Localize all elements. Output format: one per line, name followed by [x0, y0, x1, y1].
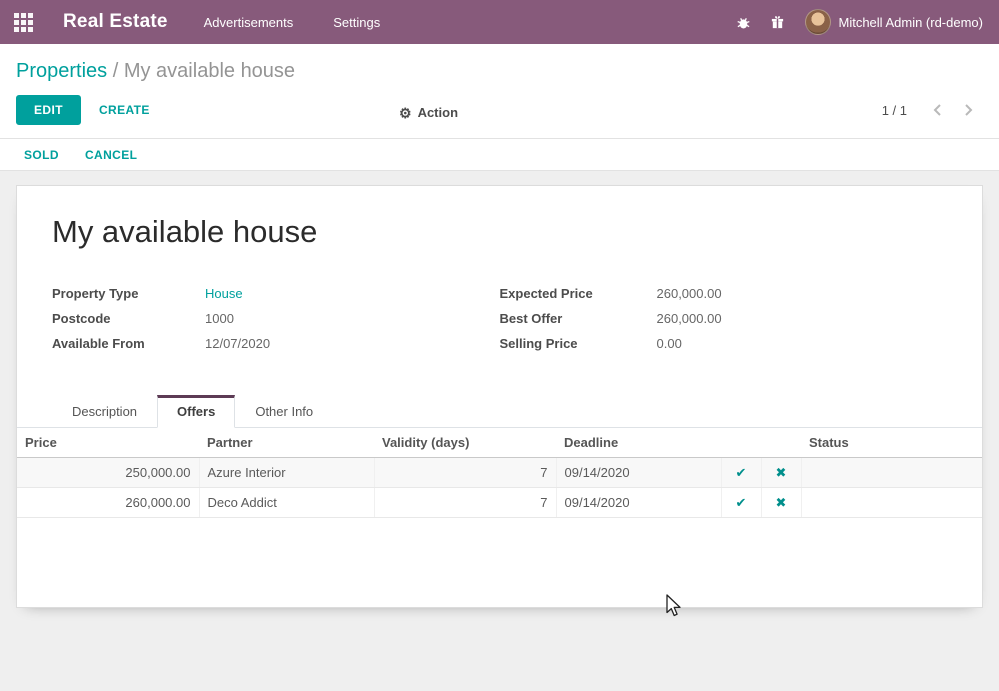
field-label: Available From — [52, 337, 205, 351]
navbar-right: Mitchell Admin (rd-demo) — [727, 0, 999, 44]
breadcrumb: Properties / My available house — [0, 44, 999, 87]
menu-settings[interactable]: Settings — [315, 0, 398, 44]
field-label: Best Offer — [500, 312, 657, 326]
user-avatar[interactable] — [805, 9, 831, 35]
tab-description[interactable]: Description — [52, 395, 157, 428]
offer-deadline[interactable]: 09/14/2020 — [556, 458, 721, 488]
action-menu[interactable]: ⚙ Action — [399, 87, 458, 138]
statusbar: SOLD CANCEL — [0, 139, 999, 171]
bug-icon — [736, 15, 751, 30]
expected-price-value: 260,000.00 — [657, 287, 722, 301]
pager-next-icon[interactable] — [964, 103, 973, 117]
cancel-button[interactable]: CANCEL — [85, 148, 137, 162]
offer-partner[interactable]: Azure Interior — [199, 458, 374, 488]
app-title[interactable]: Real Estate — [63, 11, 168, 33]
field-label: Postcode — [52, 312, 205, 326]
accept-offer-icon[interactable]: ✔ — [736, 497, 747, 510]
field-label: Expected Price — [500, 287, 657, 301]
refuse-offer-icon[interactable]: ✖ — [776, 467, 787, 480]
breadcrumb-parent[interactable]: Properties — [16, 60, 107, 82]
best-offer-value: 260,000.00 — [657, 312, 722, 326]
field-available-from: Available From 12/07/2020 — [52, 337, 500, 351]
tab-other-info[interactable]: Other Info — [235, 395, 333, 428]
header-buttons-spacer — [721, 428, 761, 458]
gift-icon-button[interactable] — [761, 0, 795, 44]
offer-validity[interactable]: 7 — [374, 488, 556, 518]
top-navbar: Real Estate Advertisements Settings Mitc… — [0, 0, 999, 44]
form-view: My available house Property Type House P… — [0, 171, 999, 691]
notebook: Description Offers Other Info Price Part… — [17, 394, 982, 518]
pager-previous-icon[interactable] — [933, 103, 942, 117]
apps-menu-icon[interactable] — [0, 0, 46, 44]
pager: 1 / 1 — [882, 103, 983, 118]
available-from-value: 12/07/2020 — [205, 337, 270, 351]
field-postcode: Postcode 1000 — [52, 312, 500, 326]
record-title: My available house — [17, 186, 982, 252]
header-validity[interactable]: Validity (days) — [374, 428, 556, 458]
field-label: Property Type — [52, 287, 205, 301]
breadcrumb-current: My available house — [124, 60, 295, 82]
field-label: Selling Price — [500, 337, 657, 351]
field-group-right: Expected Price 260,000.00 Best Offer 260… — [500, 287, 948, 362]
header-deadline[interactable]: Deadline — [556, 428, 721, 458]
form-sheet: My available house Property Type House P… — [16, 185, 983, 608]
gear-icon: ⚙ — [399, 106, 412, 120]
pager-value: 1 / 1 — [882, 103, 907, 118]
tab-bar: Description Offers Other Info — [17, 394, 982, 428]
field-expected-price: Expected Price 260,000.00 — [500, 287, 948, 301]
offer-partner[interactable]: Deco Addict — [199, 488, 374, 518]
breadcrumb-separator: / — [113, 60, 124, 82]
edit-button[interactable]: EDIT — [16, 95, 81, 125]
postcode-value: 1000 — [205, 312, 234, 326]
header-buttons-spacer — [761, 428, 801, 458]
offers-table: Price Partner Validity (days) Deadline S… — [17, 428, 982, 518]
offers-header-row: Price Partner Validity (days) Deadline S… — [17, 428, 982, 458]
offer-price[interactable]: 260,000.00 — [17, 488, 199, 518]
header-partner[interactable]: Partner — [199, 428, 374, 458]
grid-icon — [14, 13, 33, 32]
action-label: Action — [418, 105, 458, 120]
tab-offers[interactable]: Offers — [157, 395, 235, 428]
field-group-left: Property Type House Postcode 1000 Availa… — [52, 287, 500, 362]
control-panel: Properties / My available house EDIT CRE… — [0, 44, 999, 139]
offer-status — [801, 458, 982, 488]
offer-row[interactable]: 260,000.00 Deco Addict 7 09/14/2020 ✔ ✖ — [17, 488, 982, 518]
refuse-offer-icon[interactable]: ✖ — [776, 497, 787, 510]
offer-row[interactable]: 250,000.00 Azure Interior 7 09/14/2020 ✔… — [17, 458, 982, 488]
offer-status — [801, 488, 982, 518]
field-best-offer: Best Offer 260,000.00 — [500, 312, 948, 326]
debug-bug-icon[interactable] — [727, 0, 761, 44]
control-panel-buttons: EDIT CREATE ⚙ Action 1 / 1 — [0, 87, 999, 138]
header-price[interactable]: Price — [17, 428, 199, 458]
selling-price-value: 0.00 — [657, 337, 682, 351]
main-menu: Advertisements Settings — [186, 0, 399, 44]
create-button[interactable]: CREATE — [99, 103, 150, 117]
header-status[interactable]: Status — [801, 428, 982, 458]
property-type-link[interactable]: House — [205, 287, 243, 301]
menu-advertisements[interactable]: Advertisements — [186, 0, 312, 44]
offer-price[interactable]: 250,000.00 — [17, 458, 199, 488]
accept-offer-icon[interactable]: ✔ — [736, 467, 747, 480]
offer-validity[interactable]: 7 — [374, 458, 556, 488]
gift-icon — [770, 15, 785, 30]
sold-button[interactable]: SOLD — [24, 148, 59, 162]
field-selling-price: Selling Price 0.00 — [500, 337, 948, 351]
field-property-type: Property Type House — [52, 287, 500, 301]
user-menu[interactable]: Mitchell Admin (rd-demo) — [839, 15, 984, 30]
field-groups: Property Type House Postcode 1000 Availa… — [17, 287, 982, 362]
offer-deadline[interactable]: 09/14/2020 — [556, 488, 721, 518]
